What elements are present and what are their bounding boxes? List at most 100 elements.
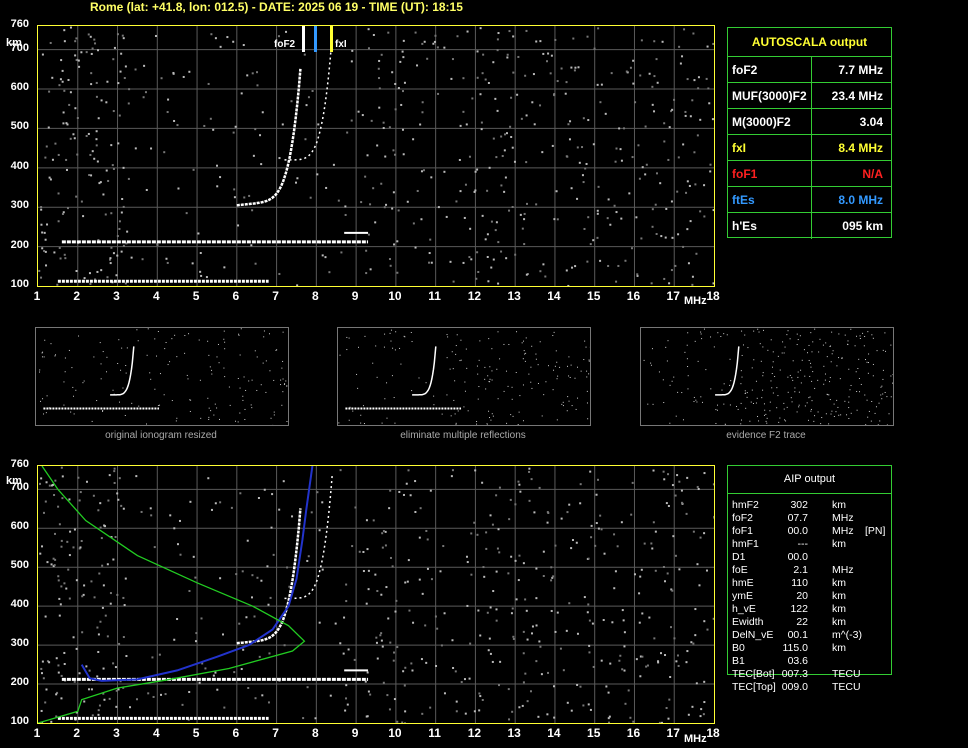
- noise-pixel: [46, 223, 49, 226]
- thumbnail-noise-pixel: [263, 336, 265, 338]
- thumbnail-noise-pixel: [701, 338, 703, 340]
- thumbnail-noise-pixel: [871, 400, 873, 402]
- noise-pixel: [490, 220, 493, 223]
- noise-pixel: [480, 128, 483, 131]
- noise-pixel: [406, 200, 409, 203]
- noise-pixel: [491, 523, 494, 526]
- thumbnail-noise-pixel: [100, 363, 102, 365]
- noise-pixel: [640, 39, 643, 42]
- noise-pixel: [696, 563, 699, 566]
- noise-pixel: [115, 274, 118, 277]
- noise-pixel: [579, 685, 582, 688]
- noise-pixel: [638, 621, 641, 624]
- noise-pixel: [566, 701, 569, 704]
- thumbnail-noise-pixel: [841, 357, 843, 359]
- thumbnail-noise-pixel: [695, 399, 697, 401]
- noise-pixel: [112, 558, 115, 561]
- thumbnail-noise-pixel: [730, 380, 732, 382]
- noise-pixel: [402, 39, 405, 42]
- noise-pixel: [437, 206, 440, 209]
- noise-pixel: [592, 143, 595, 146]
- noise-pixel: [416, 189, 419, 192]
- noise-pixel: [120, 52, 123, 55]
- thumbnail-noise-pixel: [562, 405, 564, 407]
- noise-pixel: [267, 603, 270, 606]
- noise-pixel: [452, 280, 455, 283]
- noise-pixel: [63, 651, 66, 654]
- thumbnail-noise-pixel: [82, 382, 84, 384]
- thumbnail-noise-pixel: [175, 420, 177, 422]
- noise-pixel: [455, 700, 458, 703]
- noise-pixel: [507, 688, 510, 691]
- thumbnail-noise-pixel: [588, 359, 590, 361]
- thumbnail-noise-pixel: [399, 347, 401, 349]
- noise-pixel: [203, 124, 206, 127]
- ionogram-top-plot: [38, 26, 714, 286]
- noise-pixel: [219, 176, 222, 179]
- thumbnail-noise-pixel: [848, 396, 850, 398]
- noise-pixel: [61, 475, 64, 478]
- noise-pixel: [607, 691, 610, 694]
- noise-pixel: [394, 82, 397, 85]
- noise-pixel: [393, 243, 396, 246]
- thumbnail-noise-pixel: [238, 333, 240, 335]
- noise-pixel: [45, 145, 48, 148]
- thumbnail-noise-pixel: [273, 411, 275, 413]
- noise-pixel: [556, 611, 559, 614]
- noise-pixel: [188, 691, 191, 694]
- thumbnail-noise-pixel: [568, 356, 570, 358]
- thumbnail-noise-pixel: [825, 342, 827, 344]
- noise-pixel: [682, 245, 685, 248]
- noise-pixel: [216, 185, 219, 188]
- noise-pixel: [345, 583, 348, 586]
- noise-pixel: [470, 258, 473, 261]
- noise-pixel: [451, 58, 454, 61]
- noise-pixel: [670, 269, 673, 272]
- thumbnail-noise-pixel: [254, 350, 256, 352]
- thumbnail-noise-pixel: [503, 390, 505, 392]
- noise-pixel: [260, 163, 263, 166]
- noise-pixel: [200, 617, 203, 620]
- thumbnail-noise-pixel: [697, 360, 699, 362]
- thumbnail-noise-pixel: [729, 358, 731, 360]
- bottom-x-tick: 17: [666, 726, 680, 740]
- noise-pixel: [695, 682, 698, 685]
- noise-pixel: [597, 478, 600, 481]
- noise-pixel: [583, 227, 586, 230]
- thumbnail-noise-pixel: [870, 420, 872, 422]
- noise-pixel: [250, 596, 253, 599]
- noise-pixel: [60, 674, 63, 677]
- thumbnail-noise-pixel: [783, 408, 785, 410]
- thumbnail-noise-pixel: [737, 408, 739, 410]
- noise-pixel: [135, 475, 138, 478]
- noise-pixel: [307, 555, 310, 558]
- thumbnail-noise-pixel: [559, 366, 561, 368]
- thumbnail-noise-pixel: [492, 415, 494, 417]
- noise-pixel: [664, 580, 667, 583]
- noise-pixel: [72, 133, 75, 136]
- thumbnail-noise-pixel: [505, 370, 507, 372]
- noise-pixel: [411, 669, 414, 672]
- noise-pixel: [245, 616, 248, 619]
- noise-pixel: [117, 142, 120, 145]
- thumbnail-noise-pixel: [854, 345, 856, 347]
- noise-pixel: [95, 130, 98, 133]
- noise-pixel: [663, 122, 666, 125]
- thumbnail-noise-pixel: [803, 349, 805, 351]
- noise-pixel: [89, 153, 92, 156]
- noise-pixel: [571, 266, 574, 269]
- thumbnail-noise-pixel: [265, 391, 267, 393]
- noise-pixel: [386, 694, 389, 697]
- thumbnail-noise-pixel: [511, 398, 513, 400]
- noise-pixel: [630, 513, 633, 516]
- thumbnail-noise-pixel: [102, 410, 104, 412]
- noise-pixel: [497, 32, 500, 35]
- aip-param: foF1: [732, 525, 754, 537]
- noise-pixel: [235, 573, 238, 576]
- noise-pixel: [69, 137, 72, 140]
- noise-pixel: [648, 72, 651, 75]
- noise-pixel: [366, 671, 369, 674]
- noise-pixel: [650, 282, 653, 285]
- thumbnail-noise-pixel: [864, 394, 866, 396]
- noise-pixel: [376, 144, 379, 147]
